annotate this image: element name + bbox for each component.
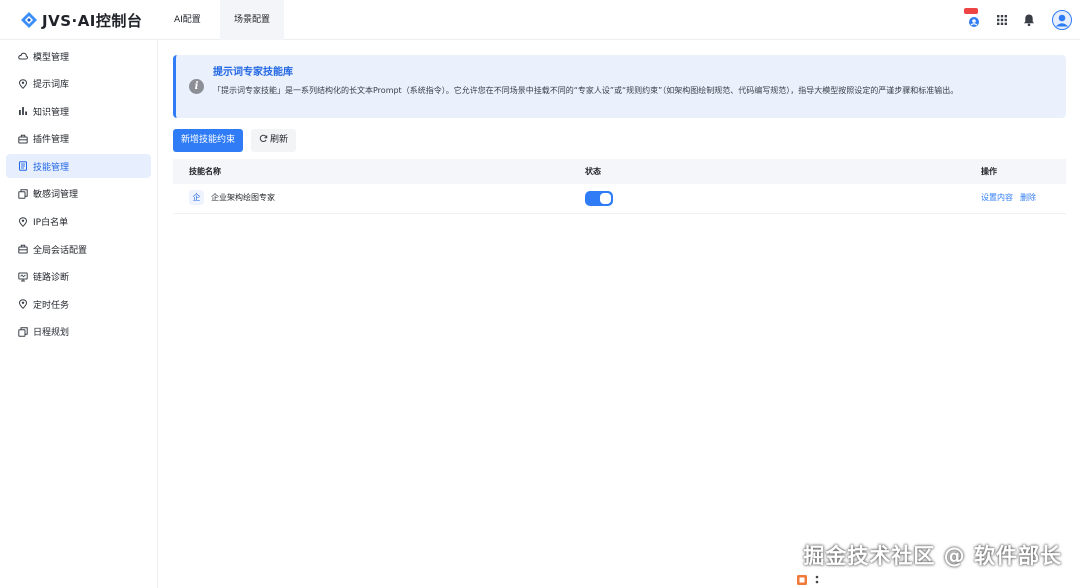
sidebar-item-label: 技能管理 xyxy=(33,162,70,173)
toggle-knob xyxy=(600,193,611,204)
info-icon: i xyxy=(189,79,204,94)
skills-table: 技能名称 状态 操作 企 企业架构绘图专家 设置内容 删除 xyxy=(173,159,1066,214)
app-title: JVS·AI控制台 xyxy=(42,11,143,30)
sidebar-item-knowledge-management[interactable]: 知识管理 xyxy=(6,99,151,123)
table-row: 企 企业架构绘图专家 设置内容 删除 xyxy=(173,184,1066,214)
refresh-icon xyxy=(259,134,268,142)
top-bar: JVS·AI控制台 AI配置 场景配置 xyxy=(0,0,1080,40)
sidebar-item-skill-management[interactable]: 技能管理 xyxy=(6,154,151,179)
briefcase-icon xyxy=(18,244,28,254)
sidebar-item-label: 知识管理 xyxy=(33,107,70,118)
info-banner: i 提示词专家技能库 「提示词专家技能」是一系列结构化的长文本Prompt（系统… xyxy=(173,55,1066,118)
column-header-status: 状态 xyxy=(585,167,601,176)
table-header: 技能名称 状态 操作 xyxy=(173,159,1066,184)
watermark-icons xyxy=(797,572,827,586)
sidebar-item-ip-whitelist[interactable]: IP白名单 xyxy=(6,210,151,234)
copy-icon xyxy=(18,327,28,337)
sidebar-item-scheduled-tasks[interactable]: 定时任务 xyxy=(6,292,151,316)
sidebar-item-label: 模型管理 xyxy=(33,52,70,63)
sidebar-item-label: IP白名单 xyxy=(33,218,69,229)
sidebar-item-trace-diagnostics[interactable]: 链路诊断 xyxy=(6,265,151,289)
watermark: 掘金技术社区 @ 软件部长 xyxy=(803,544,1062,568)
column-header-actions: 操作 xyxy=(981,167,997,176)
location-icon xyxy=(18,299,28,310)
new-badge xyxy=(964,8,978,14)
banner-title: 提示词专家技能库 xyxy=(213,67,293,78)
sidebar-item-label: 提示词库 xyxy=(33,80,70,91)
tab-scene-config[interactable]: 场景配置 xyxy=(220,0,285,40)
apps-grid-icon[interactable] xyxy=(994,12,1010,28)
document-icon xyxy=(19,161,27,172)
assistant-icon[interactable] xyxy=(964,8,982,28)
sidebar-item-label: 定时任务 xyxy=(33,300,70,311)
skill-avatar: 企 xyxy=(189,190,204,205)
main-content: i 提示词专家技能库 「提示词专家技能」是一系列结构化的长文本Prompt（系统… xyxy=(158,40,1080,588)
tab-ai-config[interactable]: AI配置 xyxy=(160,0,215,40)
bar-chart-icon xyxy=(19,107,27,116)
location-icon xyxy=(18,216,28,227)
copy-icon xyxy=(18,189,28,199)
edit-content-link[interactable]: 设置内容 xyxy=(981,184,1013,212)
briefcase-icon xyxy=(18,134,28,144)
refresh-button[interactable]: 刷新 xyxy=(251,129,296,152)
cloud-icon xyxy=(18,52,28,60)
skill-name: 企业架构绘图专家 xyxy=(211,193,275,202)
sidebar: 模型管理 提示词库 知识管理 插件管理 技能管理 敏感词管理 IP白名单 全局会… xyxy=(0,40,158,588)
logo-icon xyxy=(21,12,37,28)
add-skill-constraint-button[interactable]: 新增技能约束 xyxy=(173,129,243,152)
sidebar-item-global-session-config[interactable]: 全局会话配置 xyxy=(6,237,151,261)
sidebar-item-sensitive-words[interactable]: 敏感词管理 xyxy=(6,182,151,206)
sidebar-item-model-management[interactable]: 模型管理 xyxy=(6,44,151,68)
sidebar-item-label: 敏感词管理 xyxy=(33,190,79,201)
monitor-icon xyxy=(18,272,28,282)
column-header-skill-name: 技能名称 xyxy=(189,167,221,176)
refresh-label: 刷新 xyxy=(269,135,288,145)
sidebar-item-prompt-library[interactable]: 提示词库 xyxy=(6,72,151,96)
banner-description: 「提示词专家技能」是一系列结构化的长文本Prompt（系统指令）。它允许您在不同… xyxy=(213,86,959,95)
location-icon xyxy=(18,78,28,89)
sidebar-item-label: 链路诊断 xyxy=(33,273,70,284)
bell-icon[interactable] xyxy=(1021,12,1037,28)
app-logo[interactable]: JVS·AI控制台 xyxy=(20,9,142,31)
sidebar-item-label: 全局会话配置 xyxy=(33,245,88,256)
sidebar-item-plugin-management[interactable]: 插件管理 xyxy=(6,127,151,151)
status-toggle[interactable] xyxy=(585,191,613,206)
sidebar-item-label: 日程规划 xyxy=(33,328,70,339)
user-avatar[interactable] xyxy=(1052,10,1072,30)
delete-link[interactable]: 删除 xyxy=(1020,184,1036,212)
sidebar-item-schedule-planning[interactable]: 日程规划 xyxy=(6,320,151,344)
sidebar-item-label: 插件管理 xyxy=(33,135,70,146)
